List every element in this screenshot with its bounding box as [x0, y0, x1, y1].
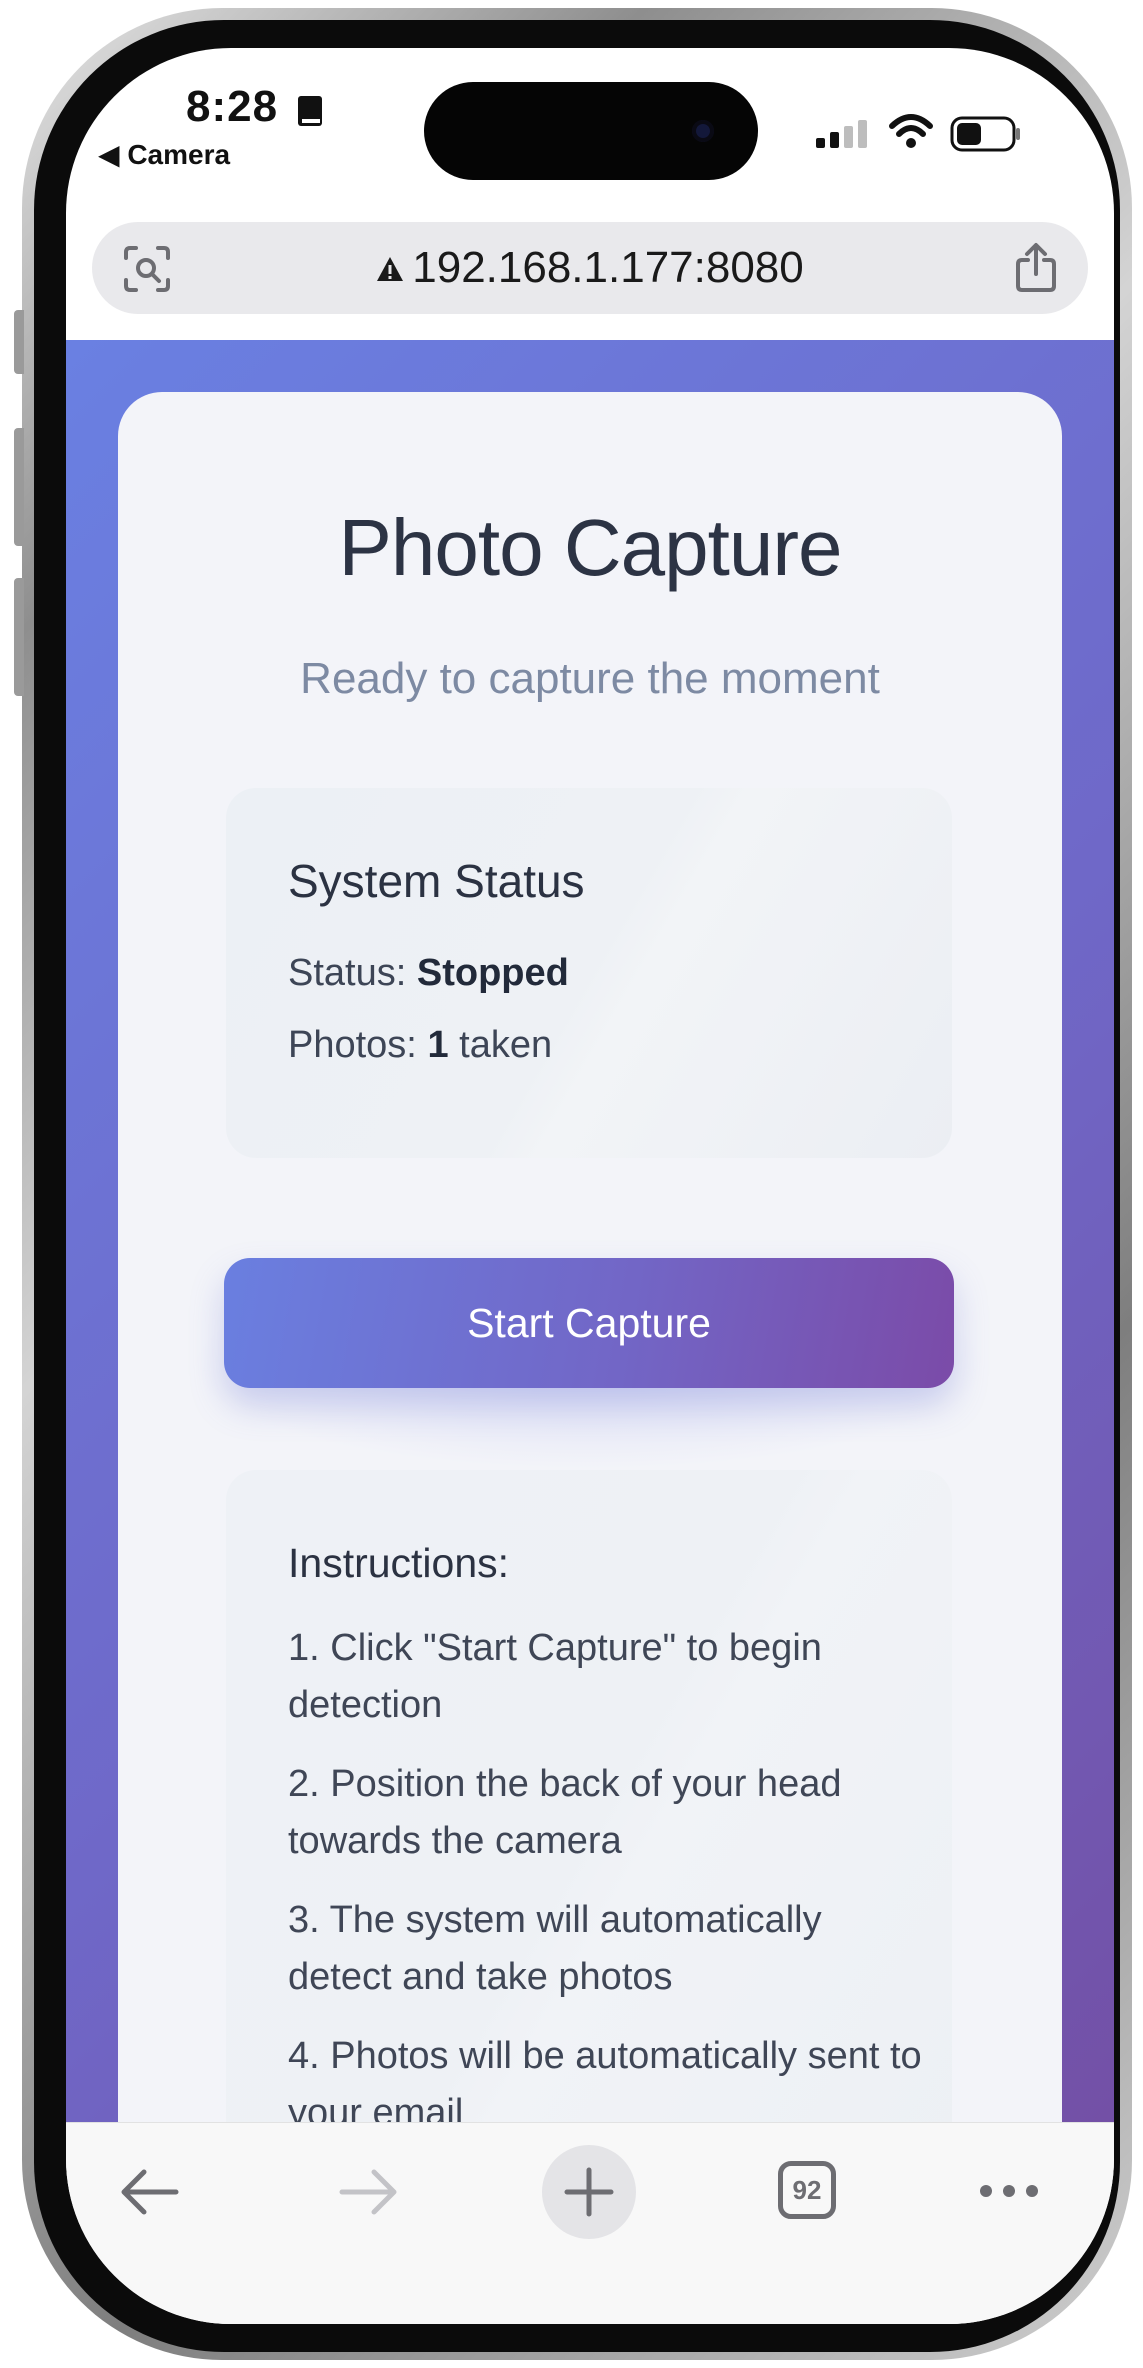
instruction-item: 2. Position the back of your head toward… — [288, 1763, 842, 1862]
phone-screen: 8:28 ◀ Camera 192.168.1.177:8080 Photo C… — [66, 48, 1114, 2324]
wifi-icon — [889, 114, 933, 148]
plus-icon — [564, 2167, 614, 2217]
page-title: Photo Capture — [338, 503, 843, 592]
more-dots-icon[interactable] — [978, 2183, 1040, 2199]
photos-line: Photos: 1 taken — [288, 1024, 552, 1067]
photos-label: Photos: — [288, 1024, 417, 1066]
status-label: Status: — [288, 952, 407, 994]
browser-toolbar: 92 — [66, 2122, 1114, 2324]
url-text[interactable]: 192.168.1.177:8080 — [412, 243, 804, 293]
address-bar[interactable]: 192.168.1.177:8080 — [92, 222, 1088, 314]
page-subtitle: Ready to capture the moment — [300, 654, 880, 703]
front-camera — [692, 120, 714, 142]
battery-icon — [950, 116, 1020, 152]
instruction-item: 4. Photos will be automatically sent to … — [288, 2035, 922, 2122]
back-to-camera-link[interactable]: ◀ Camera — [98, 138, 230, 171]
book-icon — [298, 96, 322, 126]
web-content: Photo Capture Ready to capture the momen… — [66, 340, 1114, 2122]
volume-up-button — [14, 428, 24, 546]
tabs-button[interactable]: 92 — [778, 2161, 836, 2219]
status-line: Status: Stopped — [288, 952, 569, 995]
instructions-heading: Instructions: — [288, 1540, 510, 1586]
main-card: Photo Capture Ready to capture the momen… — [118, 392, 1062, 2122]
system-status-heading: System Status — [288, 855, 585, 907]
warning-triangle-icon — [377, 257, 404, 281]
start-capture-button[interactable]: Start Capture — [224, 1258, 954, 1388]
instructions-list: 1. Click "Start Capture" to begin detect… — [288, 1620, 928, 2122]
photos-count: 1 — [427, 1024, 449, 1066]
tab-count: 92 — [792, 2174, 822, 2205]
status-value: Stopped — [416, 952, 569, 994]
arrow-left-icon[interactable] — [118, 2167, 180, 2217]
cellular-signal-icon — [816, 120, 867, 148]
photos-suffix: taken — [459, 1024, 553, 1066]
system-status-panel: System Status Status: Stopped Photos: 1 … — [226, 788, 952, 1158]
arrow-right-icon[interactable] — [338, 2167, 400, 2217]
volume-down-button — [14, 578, 24, 696]
status-time: 8:28 — [186, 82, 279, 131]
share-icon[interactable] — [1014, 242, 1058, 294]
instruction-item: 3. The system will automatically detect … — [288, 1899, 822, 1998]
action-button — [14, 310, 24, 374]
instruction-item: 1. Click "Start Capture" to begin detect… — [288, 1627, 822, 1726]
new-tab-button[interactable] — [542, 2145, 636, 2239]
dynamic-island — [424, 82, 758, 180]
instructions-panel: Instructions: 1. Click "Start Capture" t… — [226, 1470, 952, 2122]
